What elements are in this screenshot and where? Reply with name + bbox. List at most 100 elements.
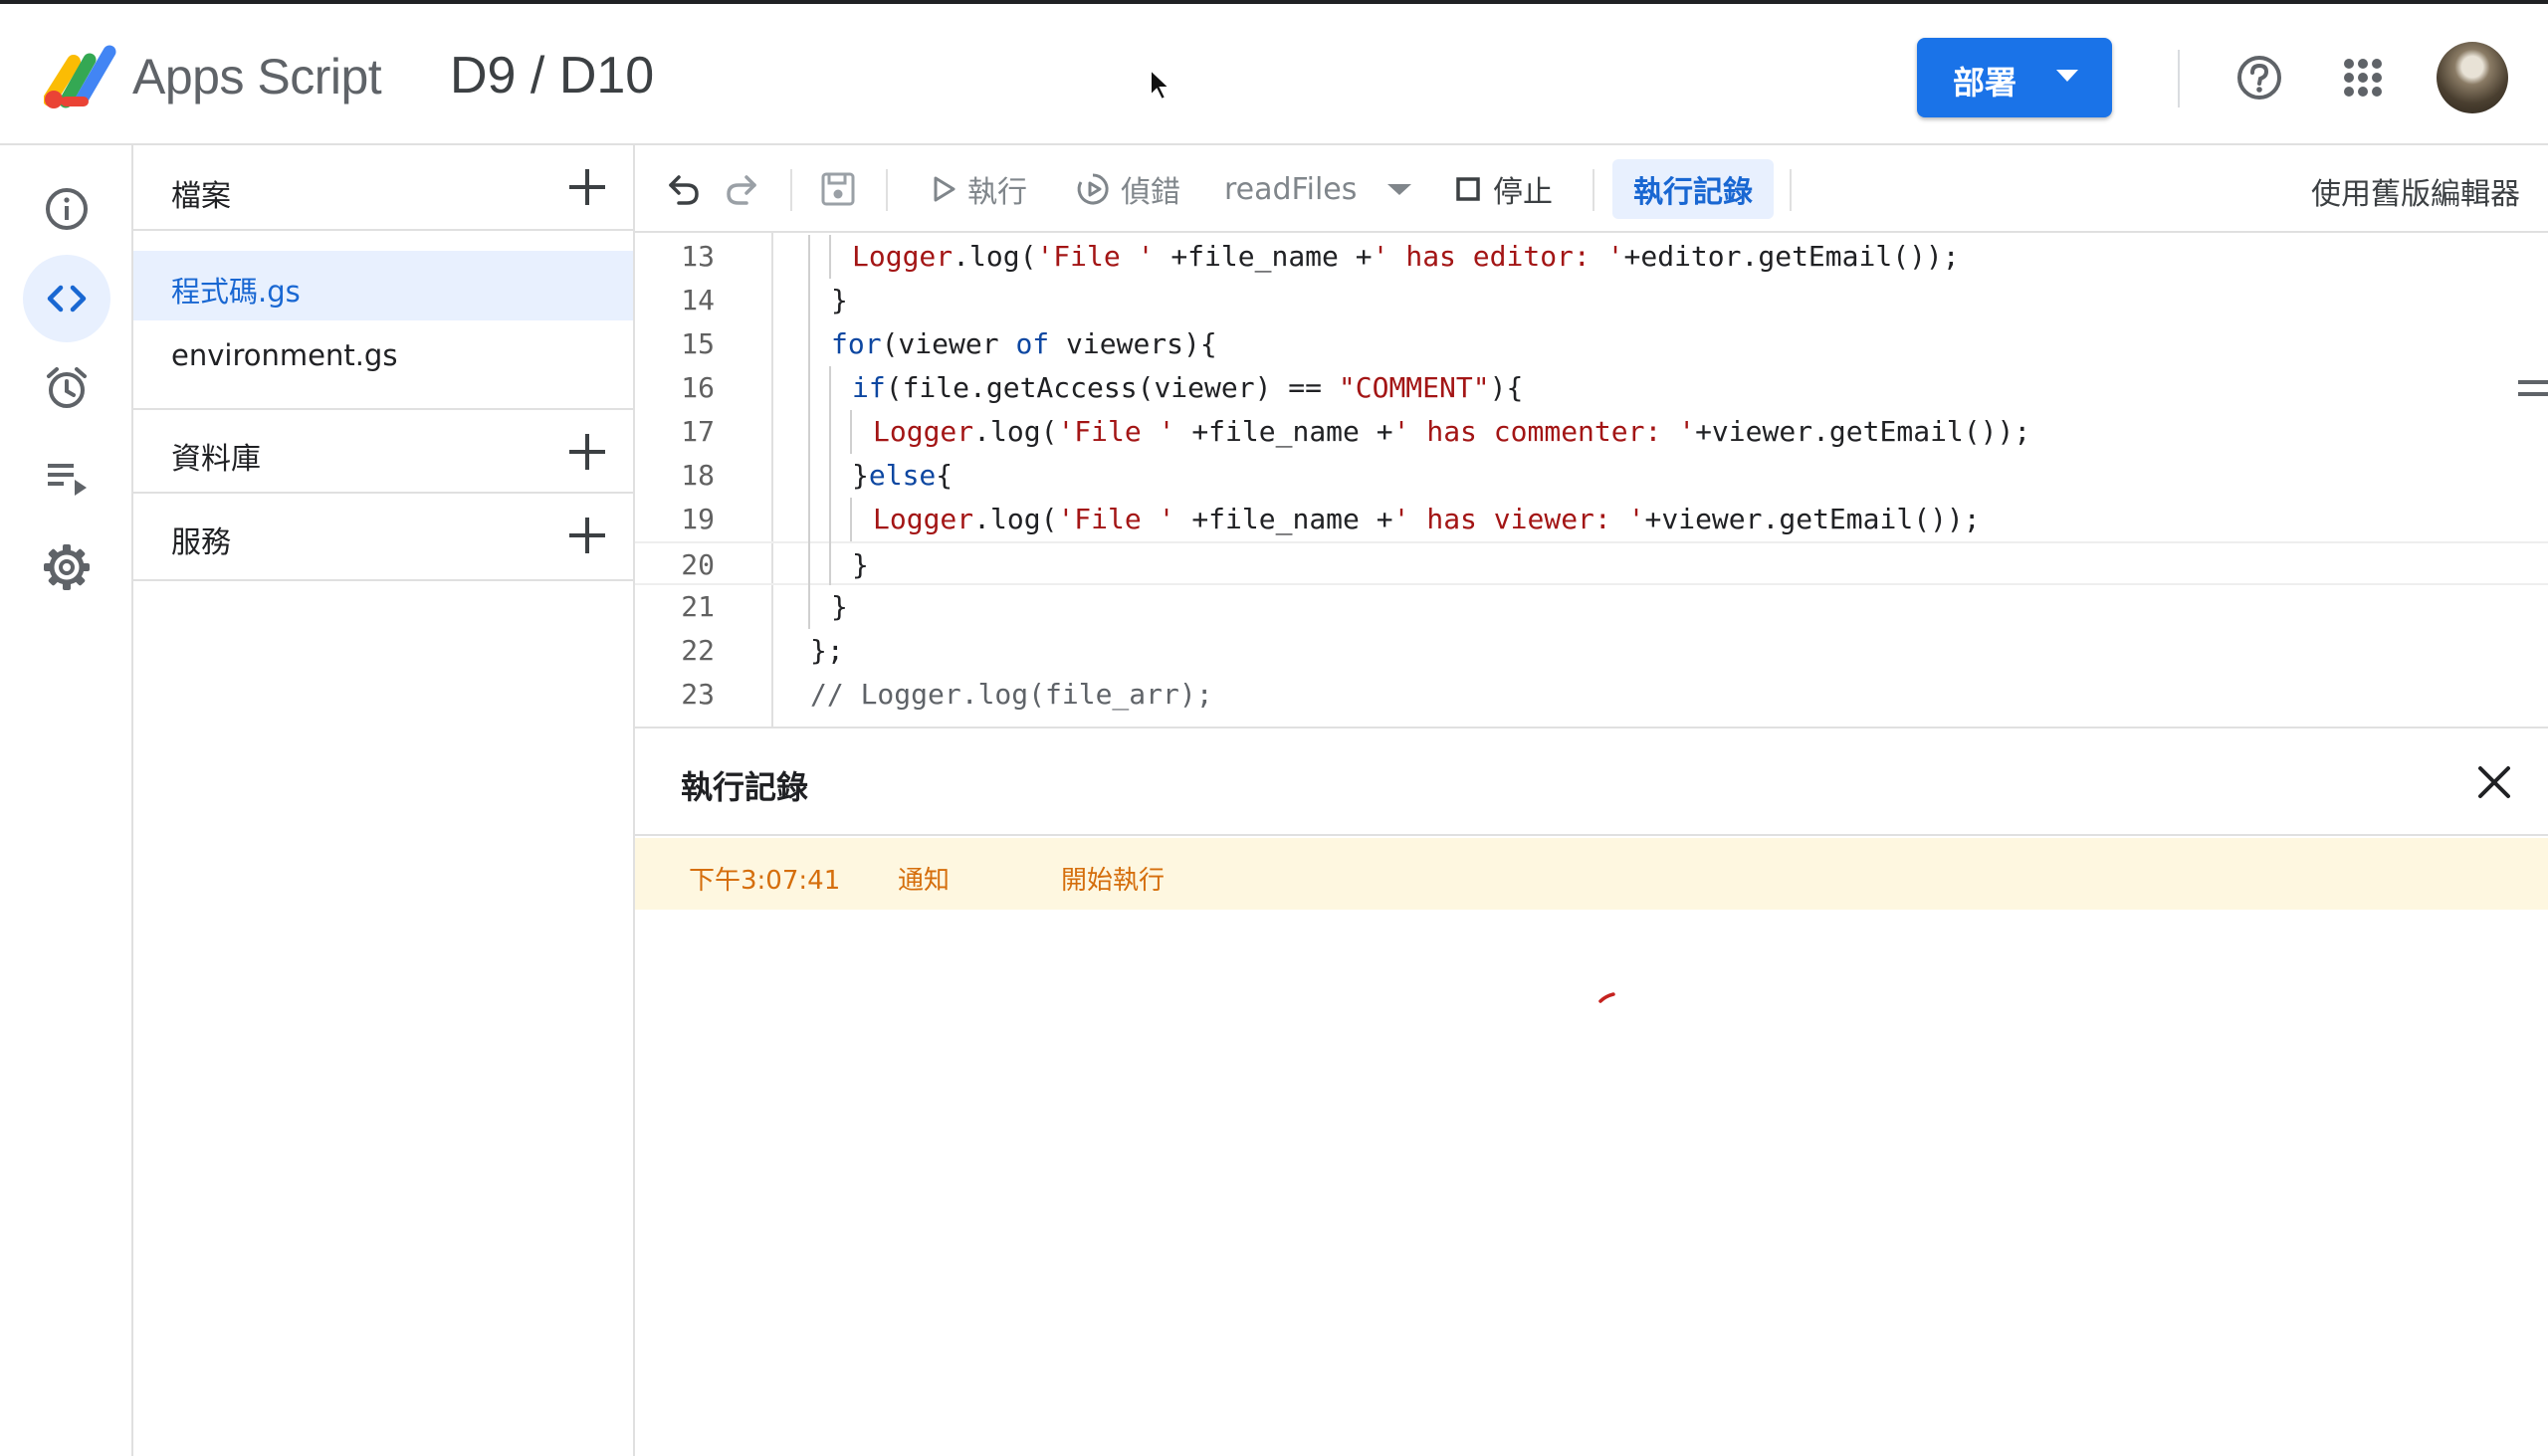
stop-button[interactable]: 停止 [1455, 167, 1553, 211]
line-number: 16 [681, 371, 715, 404]
nav-triggers[interactable] [23, 344, 110, 432]
toolbar-divider [1592, 169, 1594, 211]
indent-guide [829, 454, 831, 498]
libraries-section-header: 資料庫 [133, 408, 633, 494]
indent-guide [829, 498, 831, 541]
code-text: Logger.log('File ' +file_name +' has com… [873, 415, 2031, 448]
toolbar-divider [1790, 169, 1792, 211]
nav-editor[interactable] [23, 255, 110, 342]
nav-overview[interactable] [23, 165, 110, 253]
line-number: 17 [681, 415, 715, 448]
line-number: 14 [681, 284, 715, 316]
debug-icon [1077, 173, 1109, 205]
indent-guide [829, 235, 831, 279]
code-text: } [831, 284, 848, 316]
code-line[interactable]: 18 }else{ [635, 454, 2548, 498]
code-line[interactable]: 20} [635, 541, 2548, 585]
caret-down-icon [2056, 70, 2078, 82]
line-number: 15 [681, 327, 715, 360]
code-text: }; [810, 634, 844, 667]
code-editor[interactable]: 13 Logger.log('File ' +file_name +' has e… [635, 233, 2548, 727]
help-icon[interactable] [2235, 54, 2283, 102]
stop-icon [1456, 177, 1480, 201]
toolbar-divider [886, 169, 888, 211]
code-line[interactable]: 14} [635, 279, 2548, 322]
files-title: 檔案 [171, 179, 231, 214]
line-number: 22 [681, 634, 715, 667]
indent-guide [808, 454, 810, 498]
line-number: 23 [681, 678, 715, 711]
app-brand[interactable]: Apps Script [132, 48, 382, 105]
execution-log-header: 執行記錄 [635, 728, 2548, 836]
top-app-bar: Apps Script D9 / D10 部署 [0, 0, 2548, 145]
run-label: 執行 [967, 175, 1027, 210]
editor-toolbar: 執行 偵錯 readFiles 停止 執行記錄 使用舊版編輯器 [635, 145, 2548, 233]
line-number: 18 [681, 459, 715, 492]
add-library-icon[interactable] [565, 430, 609, 474]
log-time: 下午3:07:41 [689, 866, 841, 896]
code-text: Logger.log('File ' +file_name +' has edi… [852, 240, 1960, 273]
indent-guide [829, 366, 831, 410]
code-text: Logger.log('File ' +file_name +' has vie… [873, 503, 1981, 535]
code-line[interactable]: 16 if(file.getAccess(viewer) == "COMMENT"… [635, 366, 2548, 410]
indent-guide [808, 279, 810, 322]
deploy-button[interactable]: 部署 [1917, 38, 2112, 117]
left-nav-rail [0, 145, 133, 1456]
log-message: 開始執行 [1061, 866, 1166, 896]
executions-list-icon [48, 464, 87, 496]
deploy-label: 部署 [1953, 64, 2017, 102]
files-section-header: 檔案 [133, 145, 633, 231]
apps-grid-icon[interactable] [2343, 58, 2383, 98]
indent-guide [808, 585, 810, 629]
code-text: }else{ [852, 459, 954, 492]
code-line[interactable]: 13 Logger.log('File ' +file_name +' has e… [635, 235, 2548, 279]
code-line[interactable]: 21} [635, 585, 2548, 629]
code-line[interactable]: 15 for(viewer of viewers){ [635, 322, 2548, 366]
code-text: // Logger.log(file_arr); [810, 678, 1213, 711]
indent-guide [808, 366, 810, 410]
undo-icon[interactable] [663, 167, 703, 211]
play-icon [934, 176, 956, 202]
code-text: for(viewer of viewers){ [831, 327, 1217, 360]
nav-settings[interactable] [23, 523, 110, 611]
code-line[interactable]: 17 Logger.log('File ' +file_name +' has c… [635, 410, 2548, 454]
project-title[interactable]: D9 / D10 [450, 46, 654, 105]
code-text: } [852, 548, 869, 581]
indent-guide [850, 410, 852, 454]
function-select[interactable]: readFiles [1224, 167, 1414, 211]
avatar[interactable] [2437, 42, 2508, 113]
indent-guide [808, 322, 810, 366]
file-item-code-gs[interactable]: 程式碼.gs [133, 251, 633, 320]
run-button[interactable]: 執行 [932, 167, 1027, 211]
line-number: 20 [681, 548, 715, 581]
function-select-value: readFiles [1224, 171, 1358, 207]
close-icon[interactable] [2474, 762, 2514, 802]
file-label: environment.gs [171, 338, 398, 372]
nav-executions[interactable] [23, 434, 110, 521]
execution-log-label: 執行記錄 [1633, 175, 1753, 210]
stop-label: 停止 [1493, 175, 1553, 210]
use-legacy-editor-link[interactable]: 使用舊版編輯器 [2311, 169, 2520, 213]
execution-log-button[interactable]: 執行記錄 [1612, 159, 1774, 219]
indent-guide [829, 410, 831, 454]
file-item-environment-gs[interactable]: environment.gs [133, 320, 633, 390]
file-label: 程式碼.gs [171, 275, 301, 309]
debug-button[interactable]: 偵錯 [1075, 167, 1180, 211]
code-line[interactable]: 23 // Logger.log(file_arr); [635, 673, 2548, 717]
code-line[interactable]: 22}; [635, 629, 2548, 673]
info-icon [46, 188, 88, 230]
apps-script-logo[interactable] [44, 42, 119, 111]
indent-guide [808, 541, 810, 585]
mouse-cursor-icon [1150, 68, 1172, 102]
toolbar-divider [790, 169, 792, 211]
log-level: 通知 [898, 866, 951, 896]
add-service-icon[interactable] [565, 514, 609, 557]
files-panel: 檔案 程式碼.gs environment.gs 資料庫 服務 [133, 145, 635, 1456]
debug-label: 偵錯 [1121, 175, 1180, 210]
code-line[interactable]: 19 Logger.log('File ' +file_name +' has v… [635, 498, 2548, 541]
log-entry: 下午3:07:41 通知 開始執行 [635, 838, 2548, 910]
redo-icon[interactable] [723, 167, 762, 211]
add-file-icon[interactable] [565, 165, 609, 209]
services-section-header: 服務 [133, 496, 633, 581]
save-icon[interactable] [818, 167, 858, 211]
